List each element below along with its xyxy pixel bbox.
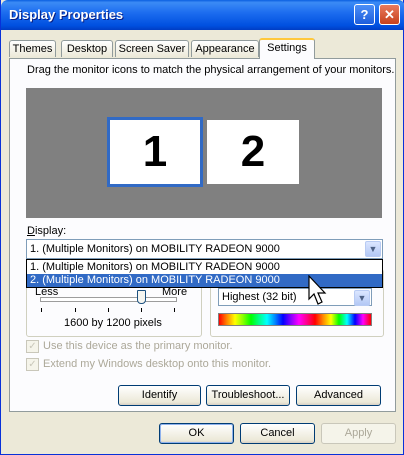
dropdown-arrow-icon[interactable]: ▼ <box>354 290 370 306</box>
settings-panel: Drag the monitor icons to match the phys… <box>9 58 396 412</box>
monitor-arrangement-area[interactable]: 1 2 <box>26 88 382 218</box>
display-properties-window: Display Properties ? ✕ Themes Desktop Sc… <box>0 0 404 455</box>
apply-button[interactable]: Apply <box>321 423 396 444</box>
help-button[interactable]: ? <box>354 4 375 25</box>
primary-monitor-label: Use this device as the primary monitor. <box>43 340 233 352</box>
color-quality-select[interactable]: Highest (32 bit) ▼ <box>218 288 372 306</box>
display-label-text: isplay: <box>34 225 67 237</box>
color-palette-preview <box>218 313 372 326</box>
display-option-1[interactable]: 1. (Multiple Monitors) on MOBILITY RADEO… <box>27 261 382 274</box>
monitor-1-icon[interactable]: 1 <box>107 117 203 187</box>
cancel-button[interactable]: Cancel <box>240 423 315 444</box>
display-label: Display: <box>27 225 67 237</box>
tab-appearance[interactable]: Appearance <box>191 40 259 57</box>
advanced-button[interactable]: Advanced <box>296 385 381 406</box>
extend-desktop-label: Extend my Windows desktop onto this moni… <box>43 358 272 370</box>
slider-tick <box>75 308 76 312</box>
extend-desktop-checkbox[interactable]: ✓ <box>26 358 39 371</box>
tab-screen-saver[interactable]: Screen Saver <box>115 40 189 57</box>
title-bar[interactable]: Display Properties ? ✕ <box>1 0 404 30</box>
slider-tick <box>41 308 42 312</box>
resolution-slider-track[interactable] <box>40 297 177 302</box>
close-button[interactable]: ✕ <box>379 4 400 25</box>
slider-tick <box>141 308 142 312</box>
primary-monitor-checkbox[interactable]: ✓ <box>26 340 39 353</box>
identify-button[interactable]: Identify <box>118 385 201 406</box>
color-quality-value: Highest (32 bit) <box>222 291 297 303</box>
tab-desktop[interactable]: Desktop <box>61 40 113 57</box>
resolution-slider-thumb[interactable] <box>137 290 146 304</box>
troubleshoot-button[interactable]: Troubleshoot... <box>206 385 290 406</box>
resolution-value: 1600 by 1200 pixels <box>64 317 162 329</box>
mouse-cursor-icon <box>308 275 327 305</box>
close-icon: ✕ <box>384 7 395 22</box>
monitor-instruction: Drag the monitor icons to match the phys… <box>27 64 395 76</box>
tab-themes[interactable]: Themes <box>9 40 56 57</box>
display-select-value: 1. (Multiple Monitors) on MOBILITY RADEO… <box>30 243 280 255</box>
window-title: Display Properties <box>9 7 124 22</box>
slider-tick <box>108 308 109 312</box>
ok-button[interactable]: OK <box>159 423 234 444</box>
help-icon: ? <box>360 7 369 22</box>
slider-tick <box>174 308 175 312</box>
dropdown-arrow-icon[interactable]: ▼ <box>365 241 381 257</box>
display-select[interactable]: 1. (Multiple Monitors) on MOBILITY RADEO… <box>26 239 383 259</box>
tab-settings[interactable]: Settings <box>259 38 315 59</box>
monitor-2-icon[interactable]: 2 <box>207 120 299 184</box>
